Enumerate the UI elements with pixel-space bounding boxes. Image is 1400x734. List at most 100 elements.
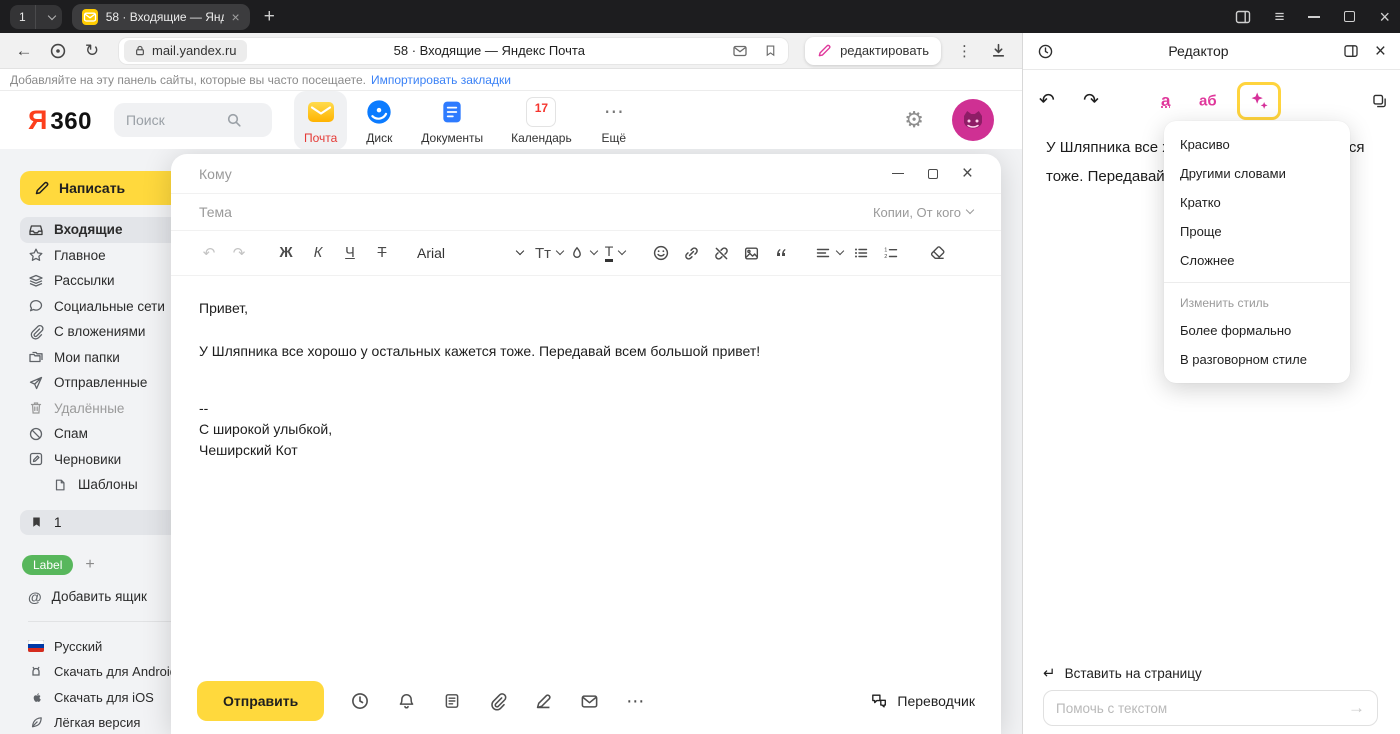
rephrase-icon[interactable]: аб — [1199, 93, 1217, 110]
insert-to-page-button[interactable]: ↵ Вставить на страницу — [1043, 664, 1202, 682]
mail-search[interactable] — [114, 103, 272, 137]
submit-arrow-icon[interactable]: → — [1348, 698, 1365, 718]
ai-prompt-box[interactable]: → — [1043, 690, 1378, 726]
tab-close-icon[interactable]: × — [232, 9, 240, 25]
chevron-down-icon — [516, 247, 524, 255]
tab-title: 58 · Входящие — Янде... — [106, 10, 224, 24]
search-input[interactable] — [126, 112, 226, 128]
domain-text: mail.yandex.ru — [152, 43, 237, 58]
panel-close-icon[interactable]: × — [1375, 42, 1386, 61]
menu-item-beautiful[interactable]: Красиво — [1164, 130, 1350, 159]
menu-item-shorter[interactable]: Кратко — [1164, 188, 1350, 217]
window-maximize-button[interactable] — [1344, 11, 1355, 22]
bookmark-flag-icon[interactable] — [764, 43, 777, 58]
offline-copy-icon[interactable] — [732, 43, 748, 59]
editor-undo-icon[interactable]: ↶ — [1039, 90, 1055, 113]
quote-icon[interactable] — [769, 240, 793, 266]
add-label-icon[interactable]: + — [85, 556, 94, 574]
compose-maximize-icon[interactable] — [928, 169, 938, 179]
new-tab-button[interactable]: + — [264, 7, 275, 26]
cc-from-toggle[interactable]: Копии, От кого — [873, 205, 973, 220]
undo-icon[interactable]: ↶ — [197, 240, 221, 266]
tab-counter[interactable]: 1 — [10, 5, 62, 29]
editor-redo-icon[interactable]: ↷ — [1083, 90, 1099, 113]
signature-pen-icon[interactable] — [534, 692, 553, 711]
menu-item-complex[interactable]: Сложнее — [1164, 246, 1350, 275]
service-calendar[interactable]: 17 Календарь — [501, 91, 582, 150]
service-mail[interactable]: Почта — [294, 91, 347, 150]
address-bar[interactable]: mail.yandex.ru 58 · Входящие — Яндекс По… — [118, 37, 789, 65]
align-select[interactable] — [815, 240, 843, 266]
menu-item-formal[interactable]: Более формально — [1164, 316, 1350, 345]
strikethrough-button[interactable]: Т — [369, 240, 395, 266]
download-ios-label: Скачать для iOS — [54, 690, 154, 705]
image-icon[interactable] — [739, 240, 763, 266]
highlight-color-button[interactable] — [569, 240, 597, 266]
to-field[interactable]: Кому — [199, 166, 232, 182]
chevron-down-icon — [556, 247, 564, 255]
envelope-icon[interactable] — [580, 692, 599, 711]
underline-button[interactable]: Ч — [337, 240, 363, 266]
bold-button[interactable]: Ж — [273, 240, 299, 266]
avatar[interactable] — [952, 99, 994, 141]
compose-minimize-icon[interactable] — [892, 173, 904, 175]
logo-ya: Я — [28, 105, 47, 136]
window-minimize-button[interactable] — [1308, 16, 1320, 18]
service-docs[interactable]: Документы — [411, 91, 493, 150]
stack-icon — [28, 273, 44, 289]
label-tag[interactable]: Label — [22, 555, 73, 575]
compose-close-icon[interactable]: × — [962, 164, 973, 183]
reminder-bell-icon[interactable] — [397, 692, 416, 711]
extension-kebab-icon[interactable]: ⋮ — [951, 42, 978, 60]
downloads-icon[interactable] — [984, 42, 1012, 59]
menu-item-other-words[interactable]: Другими словами — [1164, 159, 1350, 188]
menu-item-simpler[interactable]: Проще — [1164, 217, 1350, 246]
bullet-list-icon[interactable] — [849, 240, 873, 266]
assistant-icon[interactable] — [44, 42, 72, 60]
service-calendar-label: Календарь — [511, 131, 572, 145]
tab-list-chevron-icon[interactable] — [36, 8, 62, 26]
send-later-clock-icon[interactable] — [350, 691, 370, 711]
copy-icon[interactable] — [1371, 93, 1388, 110]
editor-extension-button[interactable]: редактировать — [805, 37, 941, 65]
template-note-icon[interactable] — [443, 692, 461, 710]
translator-button[interactable]: Переводчик — [870, 692, 975, 710]
side-panels-icon[interactable] — [1235, 9, 1251, 25]
spellcheck-icon[interactable]: a — [1161, 91, 1170, 111]
numbered-list-icon[interactable]: 12 — [879, 240, 903, 266]
text-color-button[interactable]: Т — [603, 240, 627, 266]
refresh-icon[interactable]: ↻ — [78, 41, 106, 61]
open-in-window-icon[interactable] — [1343, 43, 1359, 59]
menu-item-casual[interactable]: В разговорном стиле — [1164, 345, 1350, 374]
service-disk[interactable]: Диск — [355, 91, 403, 150]
emoji-icon[interactable] — [649, 240, 673, 266]
yandex-360-logo[interactable]: Я 360 — [28, 105, 92, 136]
more-options-icon[interactable]: ⋯ — [626, 691, 645, 712]
mail-header: Я 360 Почта — [0, 91, 1022, 149]
send-button[interactable]: Отправить — [197, 681, 324, 721]
eraser-icon[interactable] — [925, 240, 949, 266]
link-icon[interactable] — [679, 240, 703, 266]
font-family-select[interactable]: Arial — [417, 245, 523, 261]
calendar-service-icon: 17 — [526, 97, 556, 127]
settings-gear-icon[interactable]: ⚙ — [904, 107, 924, 133]
domain-pill[interactable]: mail.yandex.ru — [124, 40, 247, 62]
import-bookmarks-link[interactable]: Импортировать закладки — [371, 73, 511, 87]
browser-tab[interactable]: 58 · Входящие — Янде... × — [72, 4, 250, 30]
attach-paperclip-icon[interactable] — [488, 692, 507, 711]
font-family-value: Arial — [417, 245, 511, 261]
chevron-down-icon — [836, 247, 844, 255]
history-icon[interactable] — [1037, 43, 1054, 60]
back-icon[interactable]: ← — [10, 41, 38, 61]
window-close-button[interactable]: × — [1379, 8, 1390, 26]
font-size-select[interactable]: Тт — [535, 240, 563, 266]
redo-icon[interactable]: ↷ — [227, 240, 251, 266]
browser-menu-icon[interactable]: ≡ — [1275, 7, 1285, 27]
service-more[interactable]: ⋯ Ещё — [590, 91, 638, 150]
subject-field[interactable]: Тема — [199, 204, 232, 220]
italic-button[interactable]: К — [305, 240, 331, 266]
unlink-icon[interactable] — [709, 240, 733, 266]
ai-prompt-input[interactable] — [1056, 701, 1348, 716]
magic-improve-button[interactable] — [1237, 82, 1281, 120]
compose-body[interactable]: Привет, У Шляпника все хорошо у остальны… — [171, 276, 1001, 461]
